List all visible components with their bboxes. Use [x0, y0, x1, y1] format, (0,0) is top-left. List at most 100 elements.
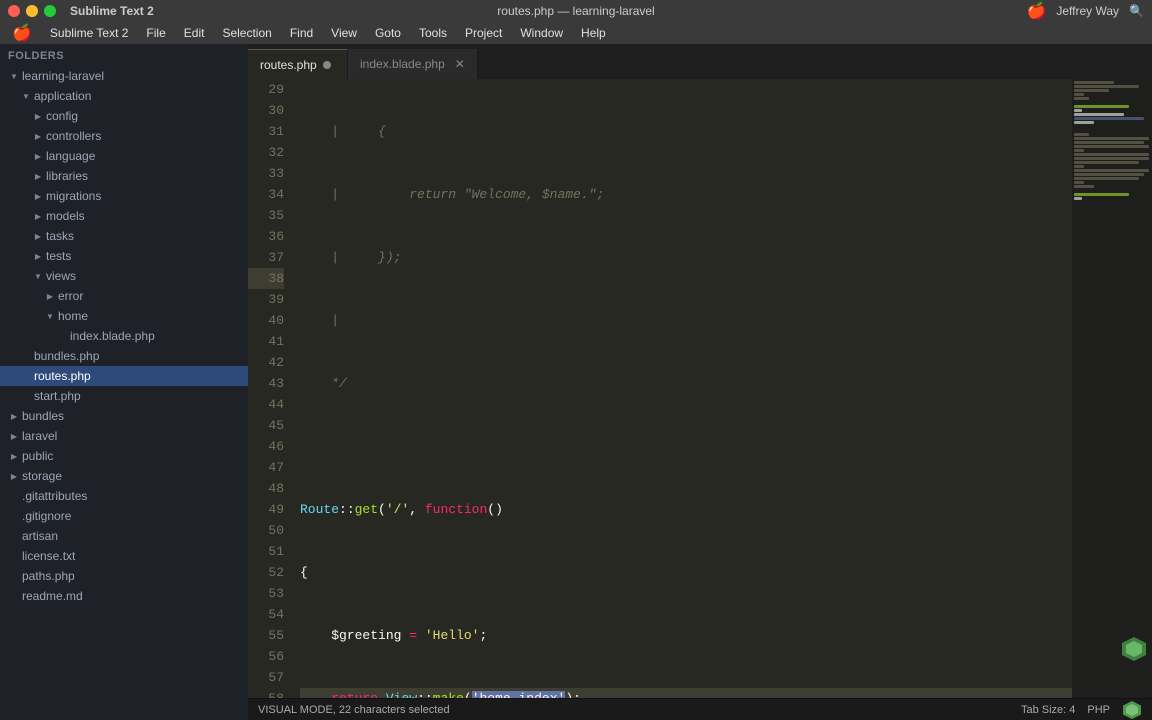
menu-file[interactable]: File — [138, 22, 173, 44]
expand-icon — [44, 312, 56, 321]
status-mode: VISUAL MODE, 22 characters selected — [258, 704, 450, 716]
sidebar-item-bundles[interactable]: bundles — [0, 406, 248, 426]
sidebar-item-views[interactable]: views — [0, 266, 248, 286]
sublime-status-icon — [1122, 700, 1142, 720]
sidebar-item-libraries[interactable]: libraries — [0, 166, 248, 186]
menu-find[interactable]: Find — [282, 22, 321, 44]
file-label: license.txt — [22, 549, 75, 563]
menu-project[interactable]: Project — [457, 22, 510, 44]
tab-size-label[interactable]: Tab Size: 4 — [1021, 704, 1075, 716]
sidebar-item-start-php[interactable]: start.php — [0, 386, 248, 406]
sidebar-item-models[interactable]: models — [0, 206, 248, 226]
sidebar-item-license[interactable]: license.txt — [0, 546, 248, 566]
menu-goto[interactable]: Goto — [367, 22, 409, 44]
line-number: 36 — [248, 226, 284, 247]
expand-icon — [32, 232, 44, 241]
sidebar-item-gitattributes[interactable]: .gitattributes — [0, 486, 248, 506]
user-name: Jeffrey Way — [1056, 4, 1119, 18]
folder-label: models — [46, 209, 85, 223]
mini-line — [1074, 109, 1082, 112]
sidebar-item-gitignore[interactable]: .gitignore — [0, 506, 248, 526]
sidebar-item-controllers[interactable]: controllers — [0, 126, 248, 146]
sidebar-item-storage[interactable]: storage — [0, 466, 248, 486]
mini-line — [1074, 177, 1139, 180]
sidebar-item-home[interactable]: home — [0, 306, 248, 326]
menu-bar: 🍎 Sublime Text 2 File Edit Selection Fin… — [0, 22, 1152, 44]
minimize-button[interactable] — [26, 5, 38, 17]
sidebar-item-error[interactable]: error — [0, 286, 248, 306]
folder-label: config — [46, 109, 78, 123]
code-line-29: | { — [300, 121, 1072, 142]
sidebar-item-paths[interactable]: paths.php — [0, 566, 248, 586]
language-label[interactable]: PHP — [1087, 704, 1110, 716]
sidebar-item-index-blade[interactable]: index.blade.php — [0, 326, 248, 346]
file-label: artisan — [22, 529, 58, 543]
sidebar-item-config[interactable]: config — [0, 106, 248, 126]
minimap[interactable] — [1072, 79, 1152, 698]
menu-app[interactable]: Sublime Text 2 — [42, 22, 137, 44]
line-number: 56 — [248, 646, 284, 667]
menu-window[interactable]: Window — [512, 22, 571, 44]
sidebar-item-artisan[interactable]: artisan — [0, 526, 248, 546]
folder-label: bundles — [22, 409, 64, 423]
sidebar-item-migrations[interactable]: migrations — [0, 186, 248, 206]
sidebar-item-routes-php[interactable]: routes.php — [0, 366, 248, 386]
mini-line — [1074, 197, 1082, 200]
line-number: 43 — [248, 373, 284, 394]
tab-index-blade[interactable]: index.blade.php ✕ — [348, 49, 478, 79]
line-number: 51 — [248, 541, 284, 562]
mini-line — [1074, 97, 1089, 100]
code-line-38: return View::make('home.index'); — [300, 688, 1072, 698]
tab-close-button[interactable]: ✕ — [455, 57, 465, 71]
line-number: 29 — [248, 79, 284, 100]
code-editor[interactable]: 29 30 31 32 33 34 35 36 37 38 39 40 41 4… — [248, 79, 1072, 698]
menu-view[interactable]: View — [323, 22, 365, 44]
line-number: 40 — [248, 310, 284, 331]
code-content[interactable]: | { | return "Welcome, $name."; | }); | … — [292, 79, 1072, 698]
menu-help[interactable]: Help — [573, 22, 614, 44]
line-number: 50 — [248, 520, 284, 541]
sidebar-item-tasks[interactable]: tasks — [0, 226, 248, 246]
sidebar-item-application[interactable]: application — [0, 86, 248, 106]
search-icon[interactable]: 🔍 — [1129, 4, 1144, 18]
sidebar-item-bundles-php[interactable]: bundles.php — [0, 346, 248, 366]
mini-line — [1074, 185, 1094, 188]
sublime-logo-area — [1120, 635, 1148, 668]
expand-icon — [8, 72, 20, 81]
folder-label: tests — [46, 249, 71, 263]
line-number: 52 — [248, 562, 284, 583]
mini-line — [1074, 149, 1084, 152]
maximize-button[interactable] — [44, 5, 56, 17]
sidebar-item-readme[interactable]: readme.md — [0, 586, 248, 606]
folder-label: learning-laravel — [22, 69, 104, 83]
mini-line — [1074, 85, 1139, 88]
tab-bar: routes.php index.blade.php ✕ — [248, 44, 1152, 79]
expand-icon — [32, 272, 44, 281]
file-label: paths.php — [22, 569, 75, 583]
code-line-30: | return "Welcome, $name."; — [300, 184, 1072, 205]
tab-label: routes.php — [260, 58, 317, 72]
mini-line — [1074, 133, 1089, 136]
mini-line — [1074, 141, 1144, 144]
sidebar-item-tests[interactable]: tests — [0, 246, 248, 266]
mini-line — [1074, 193, 1129, 196]
mini-line — [1074, 169, 1149, 172]
code-line-35: Route::get('/', function() — [300, 499, 1072, 520]
menu-tools[interactable]: Tools — [411, 22, 455, 44]
line-numbers: 29 30 31 32 33 34 35 36 37 38 39 40 41 4… — [248, 79, 292, 698]
mini-line — [1074, 157, 1149, 160]
menu-edit[interactable]: Edit — [176, 22, 213, 44]
sidebar-item-language[interactable]: language — [0, 146, 248, 166]
expand-icon — [8, 432, 20, 441]
sidebar-item-learning-laravel[interactable]: learning-laravel — [0, 66, 248, 86]
sidebar-item-laravel[interactable]: laravel — [0, 426, 248, 446]
code-line-37: $greeting = 'Hello'; — [300, 625, 1072, 646]
close-button[interactable] — [8, 5, 20, 17]
file-label: .gitignore — [22, 509, 71, 523]
menu-selection[interactable]: Selection — [214, 22, 279, 44]
menu-apple[interactable]: 🍎 — [4, 22, 40, 44]
tab-routes-php[interactable]: routes.php — [248, 49, 348, 79]
mini-line — [1074, 113, 1124, 116]
tab-label: index.blade.php — [360, 57, 445, 71]
sidebar-item-public[interactable]: public — [0, 446, 248, 466]
